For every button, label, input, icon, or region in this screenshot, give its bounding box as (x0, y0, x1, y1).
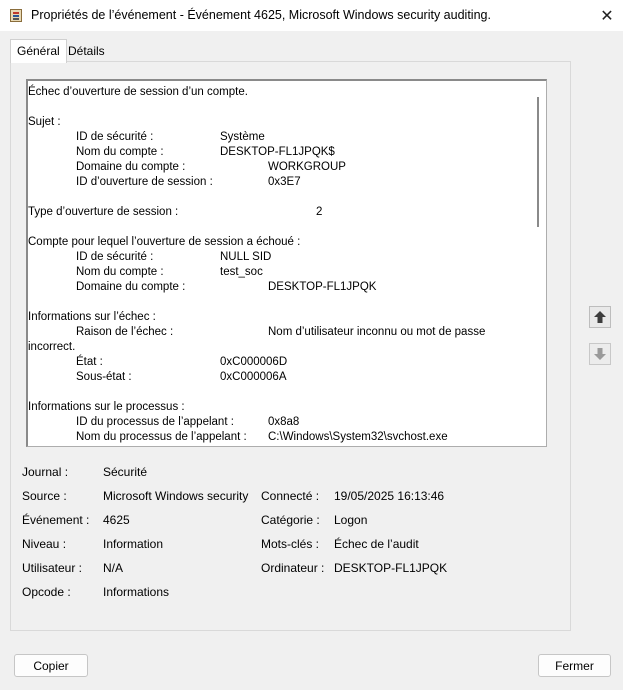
description-value: 0x8a8 (268, 416, 300, 428)
journal-label: Journal : (22, 465, 69, 479)
connecte-value[interactable]: 19/05/2025 16:13:46 (334, 489, 444, 503)
ordinateur-label: Ordinateur : (261, 561, 325, 575)
description-line: Nom du processus de l’appelant : (76, 431, 247, 443)
description-value: DESKTOP-FL1JPQK (268, 281, 377, 293)
description-line: Sous-état : (76, 371, 132, 383)
description-line: Échec d’ouverture de session d’un compte… (28, 86, 248, 98)
description-line: ID du processus de l’appelant : (76, 416, 234, 428)
copy-button[interactable]: Copier (14, 654, 88, 677)
categorie-value[interactable]: Logon (334, 513, 367, 527)
description-line: Informations sur l’échec : (28, 311, 156, 323)
ordinateur-value[interactable]: DESKTOP-FL1JPQK (334, 561, 447, 575)
tab-general[interactable]: Général (10, 39, 67, 63)
event-viewer-icon (10, 9, 22, 22)
description-scrollbar[interactable] (537, 97, 539, 227)
niveau-label: Niveau : (22, 537, 67, 551)
description-line: Domaine du compte : (76, 281, 186, 293)
description-line: Sujet : (28, 116, 61, 128)
description-value: 2 (316, 206, 323, 218)
close-icon: ✕ (600, 7, 614, 25)
description-line: Informations sur le processus : (28, 401, 185, 413)
opcode-value[interactable]: Informations (103, 585, 169, 599)
description-value: 0x3E7 (268, 176, 301, 188)
utilisateur-value[interactable]: N/A (103, 561, 123, 575)
event-description-box[interactable]: Échec d’ouverture de session d’un compte… (26, 79, 547, 447)
niveau-value[interactable]: Information (103, 537, 163, 551)
description-line: Raison de l’échec : (76, 326, 174, 338)
utilisateur-label: Utilisateur : (22, 561, 83, 575)
description-value: test_soc (220, 266, 263, 278)
description-line: incorrect. (28, 341, 76, 353)
title-bar: Propriétés de l’événement - Événement 46… (0, 0, 623, 31)
description-line: Domaine du compte : (76, 161, 186, 173)
description-value: Système (220, 131, 265, 143)
arrow-up-icon (594, 311, 606, 323)
description-line: Nom du compte : (76, 266, 164, 278)
close-button[interactable]: Fermer (538, 654, 611, 677)
description-value: C:\Windows\System32\svchost.exe (268, 431, 448, 443)
description-line: Type d’ouverture de session : (28, 206, 179, 218)
previous-event-button[interactable] (589, 306, 611, 328)
motscles-value[interactable]: Échec de l’audit (334, 537, 419, 551)
connecte-label: Connecté : (261, 489, 320, 503)
categorie-label: Catégorie : (261, 513, 320, 527)
opcode-label: Opcode : (22, 585, 71, 599)
next-event-button[interactable] (589, 343, 611, 365)
arrow-down-icon (594, 348, 606, 360)
window-title: Propriétés de l’événement - Événement 46… (31, 8, 491, 22)
description-line: Nom du compte : (76, 146, 164, 158)
description-value: DESKTOP-FL1JPQK$ (220, 146, 335, 158)
journal-value[interactable]: Sécurité (103, 465, 147, 479)
source-value[interactable]: Microsoft Windows security (103, 489, 248, 503)
close-window-button[interactable]: ✕ (591, 0, 623, 31)
description-value: 0xC000006D (220, 356, 288, 368)
description-line: ID de sécurité : (76, 251, 154, 263)
description-line: État : (76, 356, 103, 368)
description-line: ID de sécurité : (76, 131, 154, 143)
description-value: NULL SID (220, 251, 272, 263)
tab-details[interactable]: Détails (62, 41, 111, 61)
description-value: Nom d’utilisateur inconnu ou mot de pass… (268, 326, 486, 338)
evenement-value[interactable]: 4625 (103, 513, 130, 527)
description-line: ID d’ouverture de session : (76, 176, 213, 188)
source-label: Source : (22, 489, 67, 503)
description-value: WORKGROUP (268, 161, 346, 173)
description-value: 0xC000006A (220, 371, 287, 383)
description-line: Compte pour lequel l’ouverture de sessio… (28, 236, 301, 248)
evenement-label: Événement : (22, 513, 90, 527)
motscles-label: Mots-clés : (261, 537, 320, 551)
